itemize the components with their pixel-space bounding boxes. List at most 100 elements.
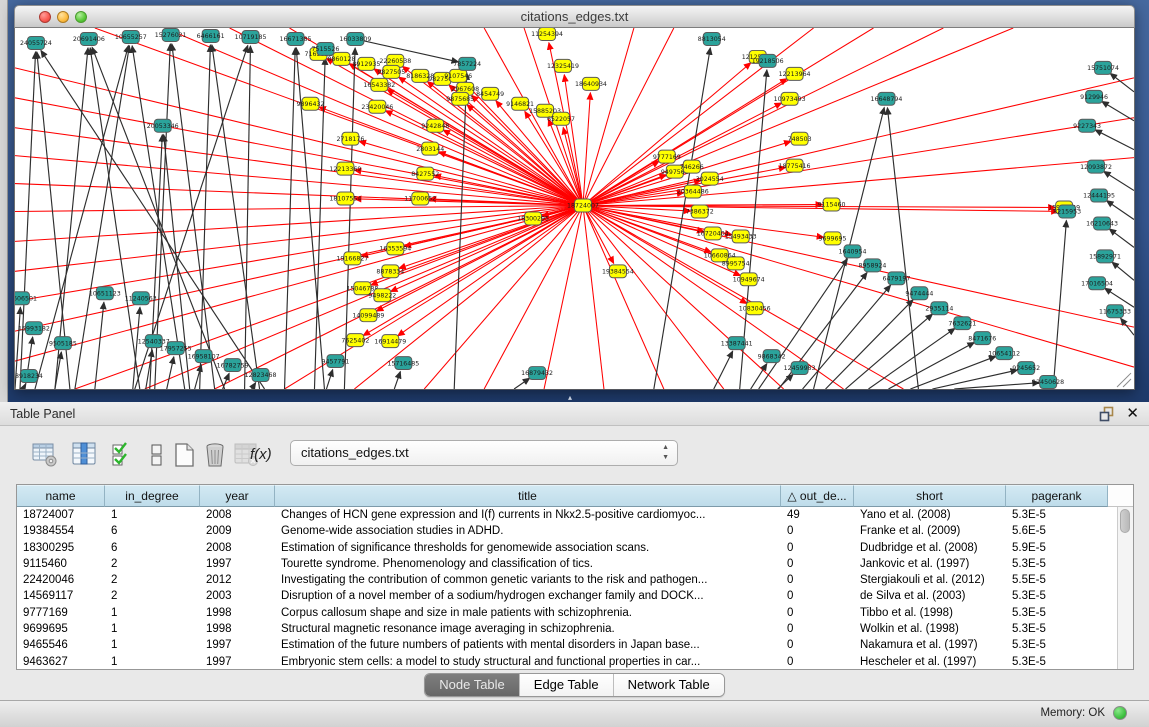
table-cell: Jankovic et al. (1997) <box>854 556 1006 572</box>
network-node[interactable]: 25606501 <box>15 292 37 305</box>
network-node[interactable]: 16671385 <box>280 32 312 45</box>
network-node[interactable]: 16210643 <box>1086 217 1118 230</box>
network-node[interactable]: 8918234 <box>15 370 43 383</box>
network-node[interactable]: 16958107 <box>188 350 220 363</box>
column-header-short[interactable]: short <box>854 485 1006 507</box>
network-node[interactable]: 12459983 <box>784 362 816 375</box>
network-node[interactable]: 15751074 <box>1087 61 1119 74</box>
tab-node-table[interactable]: Node Table <box>425 674 520 696</box>
tab-edge-table[interactable]: Edge Table <box>520 674 614 696</box>
network-node[interactable]: 24055724 <box>20 36 52 49</box>
network-node[interactable]: 746266 <box>680 160 704 173</box>
network-node[interactable]: 13387441 <box>721 337 753 350</box>
network-node[interactable]: 16914479 <box>374 335 406 348</box>
function-builder-icon[interactable]: f(x) <box>250 446 276 472</box>
network-node[interactable]: 9474444 <box>905 287 933 300</box>
network-node[interactable]: 12213369 <box>329 162 361 175</box>
network-node[interactable]: 16782759 <box>217 359 249 372</box>
unselect-rows-icon[interactable] <box>144 442 170 468</box>
network-node[interactable]: 20691406 <box>73 32 105 45</box>
table-cell: Nakamura et al. (1997) <box>854 637 1006 653</box>
network-node[interactable]: 748503 <box>788 132 812 145</box>
network-node[interactable]: 10655257 <box>115 30 147 43</box>
table-row[interactable]: 1938455462009Genome-wide association stu… <box>17 523 1133 539</box>
table-scrollbar[interactable] <box>1117 507 1133 669</box>
column-header-in-degree[interactable]: in_degree <box>105 485 200 507</box>
table-source-select[interactable]: citations_edges.txt ▲▼ <box>290 440 678 466</box>
table-row[interactable]: 1872400712008Changes of HCN gene express… <box>17 507 1133 523</box>
table-row[interactable]: 2242004622012Investigating the contribut… <box>17 572 1133 588</box>
network-node[interactable]: 7857224 <box>453 57 481 70</box>
network-node[interactable]: 12450628 <box>1032 376 1064 389</box>
network-node[interactable]: 11240563 <box>125 292 157 305</box>
column-header-pagerank[interactable]: pagerank <box>1006 485 1108 507</box>
network-node[interactable]: 16033809 <box>339 32 371 45</box>
network-node[interactable]: 8878334 <box>376 265 404 278</box>
network-node[interactable]: 12823468 <box>245 369 277 382</box>
column-header-title[interactable]: title <box>275 485 781 507</box>
network-node[interactable]: 7632621 <box>948 317 976 330</box>
table-row[interactable]: 946554611997Estimation of the future num… <box>17 637 1133 653</box>
network-node[interactable]: 8427552 <box>411 167 439 180</box>
select-all-rows-icon[interactable] <box>110 442 136 468</box>
network-node[interactable]: 14099489 <box>352 309 384 322</box>
network-node[interactable]: 10830456 <box>739 302 771 315</box>
close-icon[interactable]: ✕ <box>1126 404 1139 422</box>
network-node[interactable]: 10973493 <box>774 92 806 105</box>
table-cell: 2 <box>105 588 200 604</box>
table-row[interactable]: 969969511998Structural magnetic resonanc… <box>17 621 1133 637</box>
table-cell: Tourette syndrome. Phenomenology and cla… <box>275 556 781 572</box>
new-document-icon[interactable] <box>172 442 198 468</box>
network-node[interactable]: 18107554 <box>329 192 361 205</box>
network-node[interactable]: 2718176 <box>336 132 364 145</box>
network-node[interactable]: 16648794 <box>870 92 902 105</box>
network-node[interactable]: 8471676 <box>968 332 996 345</box>
network-node-label: 10949674 <box>733 277 765 284</box>
network-node[interactable]: 9505185 <box>49 337 77 350</box>
column-header-out-de-[interactable]: △ out_de... <box>781 485 854 507</box>
table-row[interactable]: 946362711997Embryonic stem cells: a mode… <box>17 654 1133 670</box>
network-node[interactable]: 8958924 <box>859 259 887 272</box>
network-view-window[interactable]: citations_edges.txt 18724007716382288601… <box>14 5 1135 390</box>
network-node[interactable]: 1640954 <box>839 245 867 258</box>
network-node[interactable]: 11675333 <box>1099 305 1131 318</box>
delete-icon[interactable] <box>202 442 228 468</box>
table-row[interactable]: 1830029562008Estimation of significance … <box>17 540 1133 556</box>
table-row[interactable]: 911546021997Tourette syndrome. Phenomeno… <box>17 556 1133 572</box>
network-node[interactable]: 12444195 <box>1083 189 1115 202</box>
network-node[interactable]: 9868342 <box>758 350 786 363</box>
network-node[interactable]: 12325419 <box>547 59 579 72</box>
left-panel-edge <box>0 0 8 402</box>
network-node-label: 6479197 <box>882 276 910 283</box>
network-node[interactable]: 9245652 <box>1012 362 1040 375</box>
network-node[interactable]: 9129946 <box>1080 90 1108 103</box>
tab-network-table[interactable]: Network Table <box>614 674 724 696</box>
table-row[interactable]: 977716911998Corpus callosum shape and si… <box>17 605 1133 621</box>
float-window-icon[interactable] <box>1099 406 1115 422</box>
network-node[interactable]: 19384554 <box>602 265 634 278</box>
splitter-handle[interactable]: ▴ <box>568 393 572 402</box>
network-node[interactable]: 8813054 <box>698 32 726 45</box>
network-node[interactable]: 9699695 <box>819 232 847 245</box>
column-header-year[interactable]: year <box>200 485 275 507</box>
column-header-name[interactable]: name <box>17 485 105 507</box>
network-node[interactable]: 10651123 <box>89 287 121 300</box>
network-node[interactable]: 17016504 <box>1081 277 1113 290</box>
table-row[interactable]: 1456911722003Disruption of a novel membe… <box>17 588 1133 604</box>
network-node-label: 15493433 <box>725 234 757 241</box>
table-settings-icon[interactable] <box>32 442 58 468</box>
network-node[interactable]: 11700652 <box>404 192 436 205</box>
network-node[interactable]: 6466161 <box>197 29 225 42</box>
network-node[interactable]: 20053346 <box>147 119 179 132</box>
table-scrollbar-thumb[interactable] <box>1120 509 1130 533</box>
network-node[interactable]: 18640934 <box>575 77 607 90</box>
network-node[interactable]: 15892971 <box>1089 250 1121 263</box>
network-node[interactable]: 9777169 <box>653 150 681 163</box>
network-node[interactable]: 15276021 <box>155 28 187 41</box>
network-node[interactable]: 23420046 <box>361 100 393 113</box>
network-node[interactable]: 16353594 <box>379 242 411 255</box>
network-window-titlebar[interactable]: citations_edges.txt <box>14 5 1135 28</box>
column-select-icon[interactable] <box>72 442 98 468</box>
network-node[interactable]: 11254394 <box>531 28 563 40</box>
network-canvas[interactable]: 1872400771638228860128891293522260538982… <box>14 28 1135 390</box>
